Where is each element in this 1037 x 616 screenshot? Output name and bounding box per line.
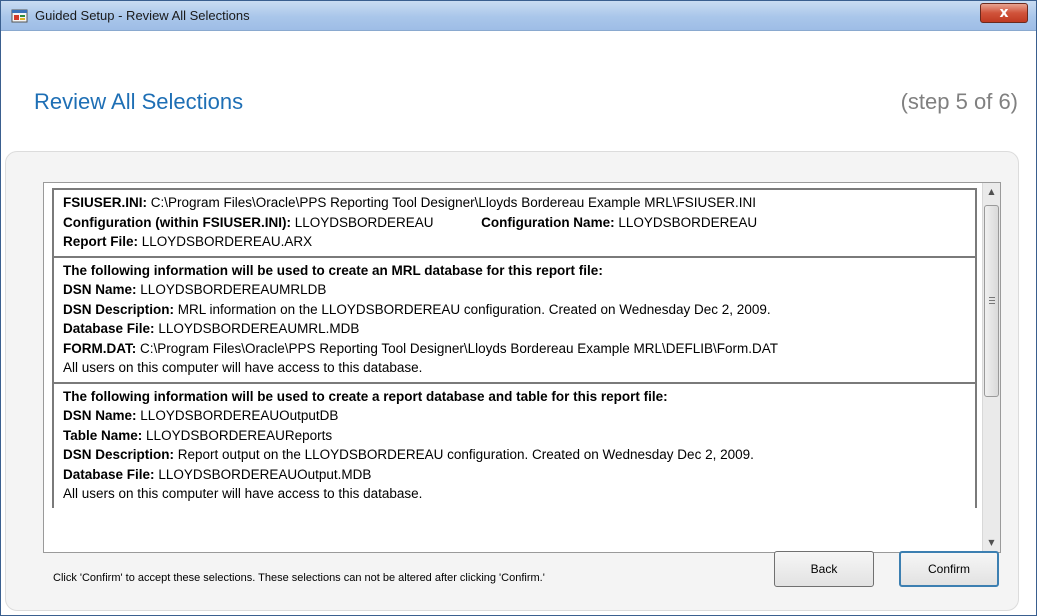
report-dsn-desc-row: DSN Description: Report output on the LL… [63, 445, 966, 465]
mrl-form-dat-label: FORM.DAT: [63, 340, 137, 356]
confirm-hint-text: Click 'Confirm' to accept these selectio… [53, 572, 545, 584]
mrl-dsn-name-row: DSN Name: LLOYDSBORDEREAUMRLDB [63, 280, 966, 300]
title-bar[interactable]: Guided Setup - Review All Selections x [1, 1, 1036, 31]
grip-icon [989, 297, 995, 304]
config-section: FSIUSER.INI: C:\Program Files\Oracle\PPS… [52, 188, 977, 256]
report-dsn-desc-label: DSN Description: [63, 447, 175, 462]
close-button[interactable]: x [980, 3, 1028, 23]
fsiuser-label: FSIUSER.INI: [63, 195, 148, 210]
fsiuser-row: FSIUSER.INI: C:\Program Files\Oracle\PPS… [63, 193, 966, 213]
configuration-name-label: Configuration Name: [481, 214, 615, 230]
close-icon: x [999, 5, 1009, 21]
mrl-section: The following information will be used t… [52, 255, 977, 382]
configuration-row: Configuration (within FSIUSER.INI): LLOY… [63, 213, 966, 233]
report-table-name-value: LLOYDSBORDEREAUReports [146, 427, 333, 443]
report-heading: The following information will be used t… [63, 388, 668, 404]
report-section: The following information will be used t… [52, 381, 977, 508]
report-dsn-desc-value: Report output on the LLOYDSBORDEREAU con… [177, 447, 754, 462]
configuration-value: LLOYDSBORDEREAU [294, 214, 434, 230]
app-icon [11, 9, 28, 23]
mrl-db-file-row: Database File: LLOYDSBORDEREAUMRL.MDB [63, 319, 966, 339]
fsiuser-value: C:\Program Files\Oracle\PPS Reporting To… [150, 195, 757, 210]
mrl-dsn-desc-value: MRL information on the LLOYDSBORDEREAU c… [177, 301, 771, 317]
mrl-db-file-label: Database File: [63, 321, 155, 336]
scroll-down-arrow-icon[interactable]: ▼ [983, 534, 1000, 552]
report-dsn-name-value: LLOYDSBORDEREAUOutputDB [140, 408, 339, 423]
report-file-row: Report File: LLOYDSBORDEREAU.ARX [63, 232, 966, 252]
report-access-note: All users on this computer will have acc… [63, 486, 423, 501]
scrollbar-thumb[interactable] [984, 205, 999, 397]
guided-setup-window: Guided Setup - Review All Selections x R… [0, 0, 1037, 616]
report-db-file-row: Database File: LLOYDSBORDEREAUOutput.MDB [63, 465, 966, 485]
vertical-scrollbar[interactable]: ▲ ▼ [982, 183, 1000, 552]
report-dsn-name-row: DSN Name: LLOYDSBORDEREAUOutputDB [63, 406, 966, 426]
configuration-label: Configuration (within FSIUSER.INI): [63, 214, 291, 230]
mrl-heading: The following information will be used t… [63, 262, 603, 278]
mrl-access-note: All users on this computer will have acc… [63, 360, 423, 375]
scroll-up-arrow-icon[interactable]: ▲ [983, 183, 1000, 201]
back-button[interactable]: Back [774, 551, 874, 587]
report-file-value: LLOYDSBORDEREAU.ARX [141, 234, 313, 249]
selections-content: FSIUSER.INI: C:\Program Files\Oracle\PPS… [52, 188, 977, 508]
report-db-file-value: LLOYDSBORDEREAUOutput.MDB [158, 466, 372, 482]
report-table-name-label: Table Name: [63, 427, 143, 443]
confirm-button[interactable]: Confirm [899, 551, 999, 587]
mrl-dsn-desc-label: DSN Description: [63, 301, 175, 317]
mrl-form-dat-row: FORM.DAT: C:\Program Files\Oracle\PPS Re… [63, 339, 966, 359]
report-dsn-name-label: DSN Name: [63, 408, 137, 423]
page-title: Review All Selections [34, 89, 244, 114]
report-table-name-row: Table Name: LLOYDSBORDEREAUReports [63, 426, 966, 446]
step-indicator: (step 5 of 6) [900, 89, 1018, 114]
mrl-dsn-name-value: LLOYDSBORDEREAUMRLDB [140, 282, 327, 297]
report-file-label: Report File: [63, 234, 139, 249]
mrl-dsn-desc-row: DSN Description: MRL information on the … [63, 300, 966, 320]
report-db-file-label: Database File: [63, 466, 155, 482]
window-title: Guided Setup - Review All Selections [35, 8, 250, 23]
configuration-name-value: LLOYDSBORDEREAU [618, 214, 758, 230]
mrl-db-file-value: LLOYDSBORDEREAUMRL.MDB [158, 321, 360, 336]
mrl-form-dat-value: C:\Program Files\Oracle\PPS Reporting To… [140, 340, 779, 356]
mrl-dsn-name-label: DSN Name: [63, 282, 137, 297]
selections-scroll-area[interactable]: FSIUSER.INI: C:\Program Files\Oracle\PPS… [43, 182, 1001, 553]
